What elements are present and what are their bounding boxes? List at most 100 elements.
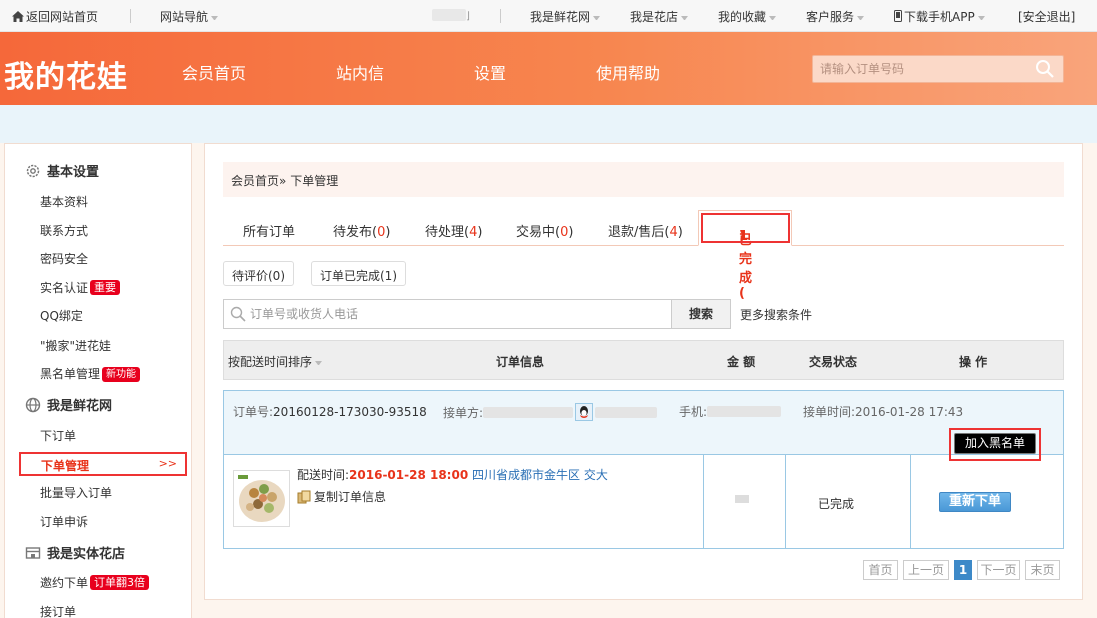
chevron-down-icon: [681, 16, 689, 20]
page-prev[interactable]: 上一页: [903, 560, 949, 580]
section-title: 我是鲜花网: [47, 399, 113, 414]
sidebar-item-password[interactable]: 密码安全: [40, 250, 88, 267]
table-header: 按配送时间排序 订单信息 金 额 交易状态 操 作: [223, 340, 1064, 380]
i-am-florist-link[interactable]: 我是鲜花网: [530, 8, 601, 25]
section-title: 基本设置: [47, 165, 100, 180]
sidebar-item-profile[interactable]: 基本资料: [40, 193, 88, 210]
page-last[interactable]: 末页: [1025, 560, 1060, 580]
qq-chat-icon[interactable]: [575, 403, 594, 421]
important-badge: 重要: [90, 280, 121, 295]
tab-label: 交易中(: [516, 225, 561, 240]
favorites-link[interactable]: 我的收藏: [718, 8, 777, 25]
delivery-address: 四川省成都市金牛区 交大: [472, 468, 608, 482]
logo[interactable]: 我的花娃: [4, 52, 128, 96]
sidebar-item-move[interactable]: "搬家"进花娃: [40, 337, 111, 354]
site-nav-menu[interactable]: 网站导航: [160, 8, 219, 25]
sidebar-item-receive-order[interactable]: 接订单: [40, 603, 76, 618]
copy-label: 复制订单信息: [314, 490, 387, 504]
sort-by-delivery-time[interactable]: 按配送时间排序: [228, 353, 323, 370]
page-first[interactable]: 首页: [863, 560, 898, 580]
home-icon: [12, 11, 24, 22]
top-bar: 返回网站首页 网站导航 ⌋ 我是鲜花网 我是花店 我的收藏 客户服务 下载手机A…: [0, 0, 1097, 32]
home-link[interactable]: 返回网站首页: [12, 8, 98, 25]
site-header: 我的花娃 会员首页 站内信 设置 使用帮助: [0, 32, 1097, 105]
delivery-info: 配送时间:2016-01-28 18:00 四川省成都市金牛区 交大: [297, 466, 608, 483]
order-number-value: 20160128-173030-93518: [273, 405, 427, 419]
order-number-search-input[interactable]: [813, 56, 1023, 82]
tab-in-trade[interactable]: 交易中(0): [516, 221, 573, 240]
order-phone-search-input[interactable]: [224, 300, 644, 328]
order-search-box: [812, 55, 1064, 83]
order-tabs: 所有订单 待发布(0) 待处理(4) 交易中(0) 退款/售后(4) 已完成(1…: [223, 210, 1064, 301]
sidebar-item-invite-order[interactable]: 邀约下单 订单翻3倍: [40, 574, 150, 591]
breadcrumb-separator: »: [279, 174, 287, 188]
phone-icon: [894, 10, 902, 22]
tab-pending-process[interactable]: 待处理(4): [425, 221, 482, 240]
search-button[interactable]: 搜索: [671, 299, 731, 329]
chevron-down-icon: [211, 16, 219, 20]
order-card: 订单号:20160128-173030-93518 接单方: 手机: 接单时间:…: [223, 390, 1064, 549]
nav-help[interactable]: 使用帮助: [596, 60, 660, 84]
blurred-text: [432, 9, 466, 21]
more-search-options-link[interactable]: 更多搜索条件: [740, 306, 812, 323]
blurred-amount: [735, 495, 749, 503]
sidebar-item-blacklist[interactable]: 黑名单管理 新功能: [40, 365, 141, 382]
order-number-label: 订单号:: [233, 405, 274, 419]
reorder-button[interactable]: 重新下单: [939, 492, 1011, 512]
tab-refund[interactable]: 退款/售后(4): [608, 221, 683, 240]
nav-settings[interactable]: 设置: [474, 60, 506, 84]
promo-badge: 订单翻3倍: [90, 575, 150, 590]
sidebar-item-batch-import[interactable]: 批量导入订单: [40, 484, 112, 501]
chevron-down-icon: [769, 16, 777, 20]
customer-service-link[interactable]: 客户服务: [806, 8, 865, 25]
product-thumbnail[interactable]: [233, 470, 290, 527]
column-action: 操 作: [959, 355, 988, 369]
tab-pending-publish[interactable]: 待发布(0): [333, 221, 390, 240]
order-receive-time: 接单时间:2016-01-28 17:43: [803, 403, 963, 420]
order-number: 订单号:20160128-173030-93518: [233, 403, 427, 420]
copy-order-info-button[interactable]: 复制订单信息: [297, 488, 386, 505]
home-link-label: 返回网站首页: [26, 10, 99, 24]
add-to-blacklist-button[interactable]: 加入黑名单: [954, 433, 1036, 454]
tab-paren: ): [677, 225, 683, 240]
page-current[interactable]: 1: [954, 560, 972, 580]
tab-all-orders[interactable]: 所有订单: [243, 221, 295, 240]
order-phone: 手机:: [679, 403, 782, 420]
download-app-link[interactable]: 下载手机APP: [894, 8, 985, 25]
tab-label: 退款/售后(: [608, 225, 670, 240]
logout-link[interactable]: [安全退出]: [1018, 8, 1075, 25]
sidebar-item-contact[interactable]: 联系方式: [40, 222, 88, 239]
sidebar-section-florist: 我是鲜花网: [25, 395, 112, 414]
chevron-down-icon: [857, 16, 865, 20]
page-next[interactable]: 下一页: [977, 560, 1020, 580]
flower-box-image: [234, 471, 289, 526]
i-am-shop-link[interactable]: 我是花店: [630, 8, 689, 25]
nav-messages[interactable]: 站内信: [336, 60, 384, 84]
user-name-blurred[interactable]: ⌋: [432, 8, 470, 22]
breadcrumb-home[interactable]: 会员首页: [231, 174, 279, 188]
order-receiver: 接单方:: [443, 403, 658, 421]
tab-label: 所有订单: [243, 225, 296, 240]
active-arrow: >>: [158, 457, 177, 470]
sidebar-item-qq[interactable]: QQ绑定: [40, 307, 83, 324]
blurred-text: [707, 406, 782, 417]
filter-order-completed[interactable]: 订单已完成(1): [311, 261, 406, 286]
blurred-text: [595, 407, 658, 418]
sidebar-item-place-order[interactable]: 下订单: [40, 427, 76, 444]
tab-count: 4: [669, 225, 678, 240]
chevron-down-icon: [593, 16, 601, 20]
chevron-down-icon: [315, 361, 323, 365]
tab-label: 待处理(: [425, 225, 470, 240]
sidebar-item-realname[interactable]: 实名认证 重要: [40, 279, 121, 296]
tab-paren: ): [568, 225, 574, 240]
search-icon[interactable]: [1035, 59, 1055, 79]
main-panel: 会员首页» 下单管理 所有订单 待发布(0) 待处理(4) 交易中(0) 退款/…: [204, 143, 1083, 600]
divider: [910, 455, 911, 548]
nav-member-home[interactable]: 会员首页: [182, 60, 246, 84]
phone-label: 手机:: [679, 405, 708, 419]
filter-pending-review[interactable]: 待评价(0): [223, 261, 294, 286]
tab-paren: ): [477, 225, 483, 240]
sidebar-item-order-manage[interactable]: 下单管理 >>: [19, 452, 187, 476]
sidebar-item-complaint[interactable]: 订单申诉: [40, 513, 88, 530]
receiver-label: 接单方:: [443, 406, 484, 420]
